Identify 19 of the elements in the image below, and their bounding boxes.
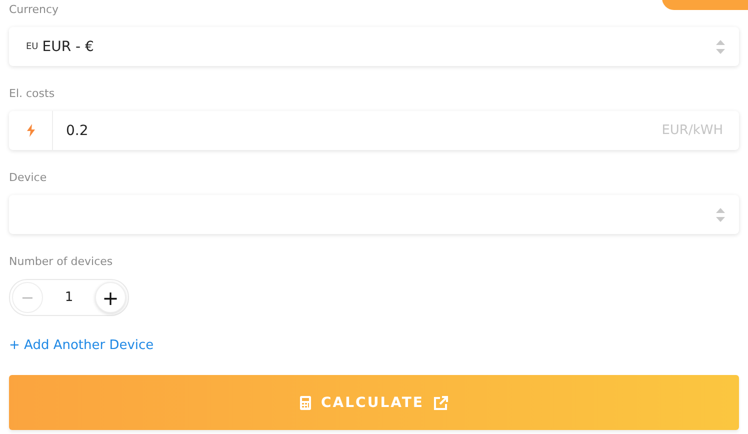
select-value: EUR - €	[42, 38, 94, 54]
unit-label: EUR/kWH	[662, 123, 723, 138]
plus-button[interactable]: +	[95, 282, 126, 313]
calculator-icon	[300, 396, 312, 410]
external-link-icon	[434, 396, 448, 410]
device-select[interactable]	[9, 195, 739, 234]
lightning-icon	[26, 124, 34, 137]
stepper-value: 1	[64, 290, 74, 305]
field-label: Currency	[9, 2, 59, 18]
add-device-link[interactable]: + Add Another Device	[9, 338, 154, 353]
sort-icon	[716, 40, 725, 54]
field-label: El. costs	[9, 86, 55, 102]
input-field[interactable]: 0.2 EUR/kWH	[9, 111, 739, 150]
sort-icon	[716, 208, 725, 222]
currency-select[interactable]: EU EUR - €	[9, 27, 739, 66]
field-label: Number of devices	[9, 254, 113, 270]
field-label: Device	[9, 170, 47, 186]
flag-code: EU	[26, 42, 38, 52]
input-value: 0.2	[66, 122, 88, 138]
